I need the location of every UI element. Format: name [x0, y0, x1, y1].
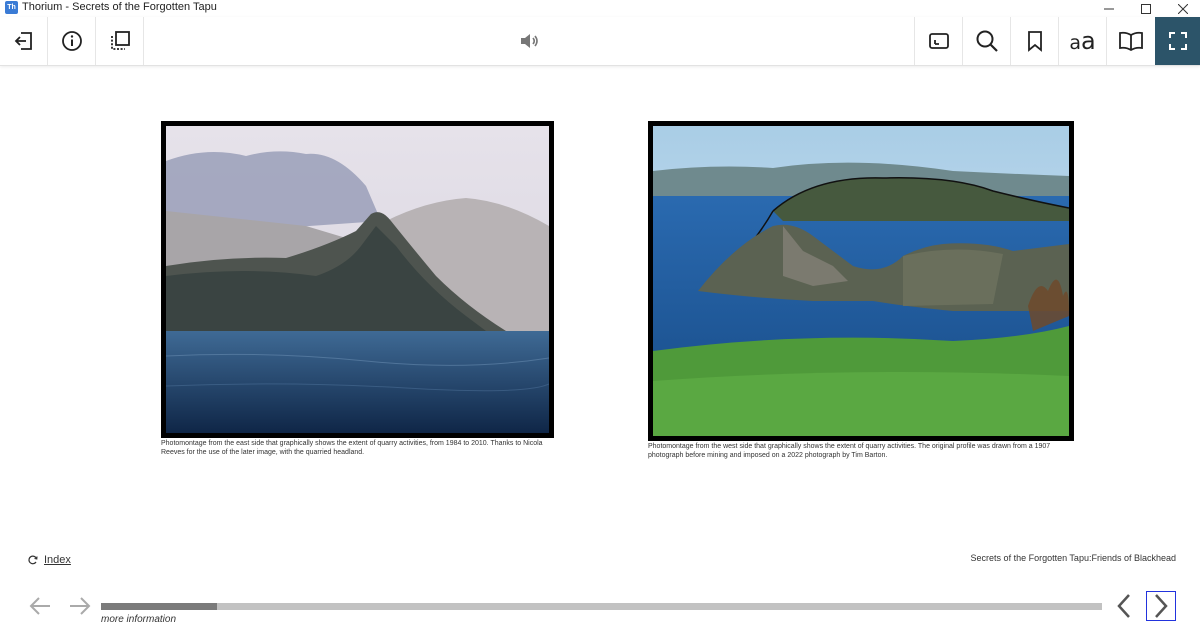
search-icon [976, 30, 998, 52]
info-icon [61, 31, 82, 51]
minimize-button[interactable] [1092, 0, 1126, 17]
arrow-right-icon [70, 597, 91, 615]
read-aloud-button[interactable] [505, 17, 553, 65]
history-back-button[interactable] [27, 593, 53, 619]
bookmark-icon [1027, 31, 1042, 52]
window-title: Thorium - Secrets of the Forgotten Tapu [22, 1, 217, 13]
more-information-label: more information [101, 614, 177, 625]
maximize-button[interactable] [1129, 0, 1163, 17]
east-photo-caption: Photomontage from the east side that gra… [161, 440, 543, 456]
window-titlebar: Th Thorium - Secrets of the Forgotten Ta… [0, 0, 1200, 17]
back-to-library-button[interactable] [0, 17, 48, 65]
speaker-icon [521, 34, 538, 48]
previous-page-button[interactable] [1109, 591, 1139, 621]
next-page-button[interactable] [1146, 591, 1176, 621]
east-side-photomontage [161, 121, 554, 438]
fullscreen-button[interactable] [1155, 17, 1200, 65]
book-icon [1118, 31, 1143, 52]
reading-progress-bar[interactable] [101, 603, 1102, 610]
fullscreen-icon [1168, 32, 1187, 50]
search-button[interactable] [962, 17, 1010, 65]
reading-mode-button[interactable] [1106, 17, 1154, 65]
arrow-left-icon [29, 597, 50, 615]
east-side-photo [166, 126, 549, 433]
text-size-icon: aa [1069, 27, 1096, 55]
west-photo-caption: Photomontage from the west side that gra… [648, 443, 1051, 459]
close-button[interactable] [1166, 0, 1200, 17]
index-link[interactable]: Index [28, 554, 71, 566]
west-side-photo [653, 126, 1069, 436]
bookmark-button[interactable] [1010, 17, 1058, 65]
reader-toolbar: aa [0, 17, 1200, 66]
close-icon [1178, 3, 1188, 14]
app-icon: Th [5, 1, 18, 14]
fit-screen-button[interactable] [914, 17, 962, 65]
chevron-right-icon [1155, 594, 1168, 618]
west-side-photomontage [648, 121, 1074, 441]
history-forward-button[interactable] [67, 593, 93, 619]
index-link-label[interactable]: Index [44, 554, 71, 566]
minimize-icon [1104, 8, 1114, 9]
running-footer-title: Secrets of the Forgotten Tapu:Friends of… [970, 553, 1176, 563]
fit-icon [928, 33, 949, 49]
text-settings-button[interactable]: aa [1058, 17, 1106, 65]
reading-progress-fill [101, 603, 218, 610]
chevron-left-icon [1117, 594, 1130, 618]
info-button[interactable] [48, 17, 96, 65]
navigation-button[interactable] [96, 17, 144, 65]
toc-icon [110, 31, 130, 50]
maximize-icon [1141, 3, 1151, 14]
refresh-icon [28, 555, 38, 565]
exit-icon [14, 32, 32, 50]
